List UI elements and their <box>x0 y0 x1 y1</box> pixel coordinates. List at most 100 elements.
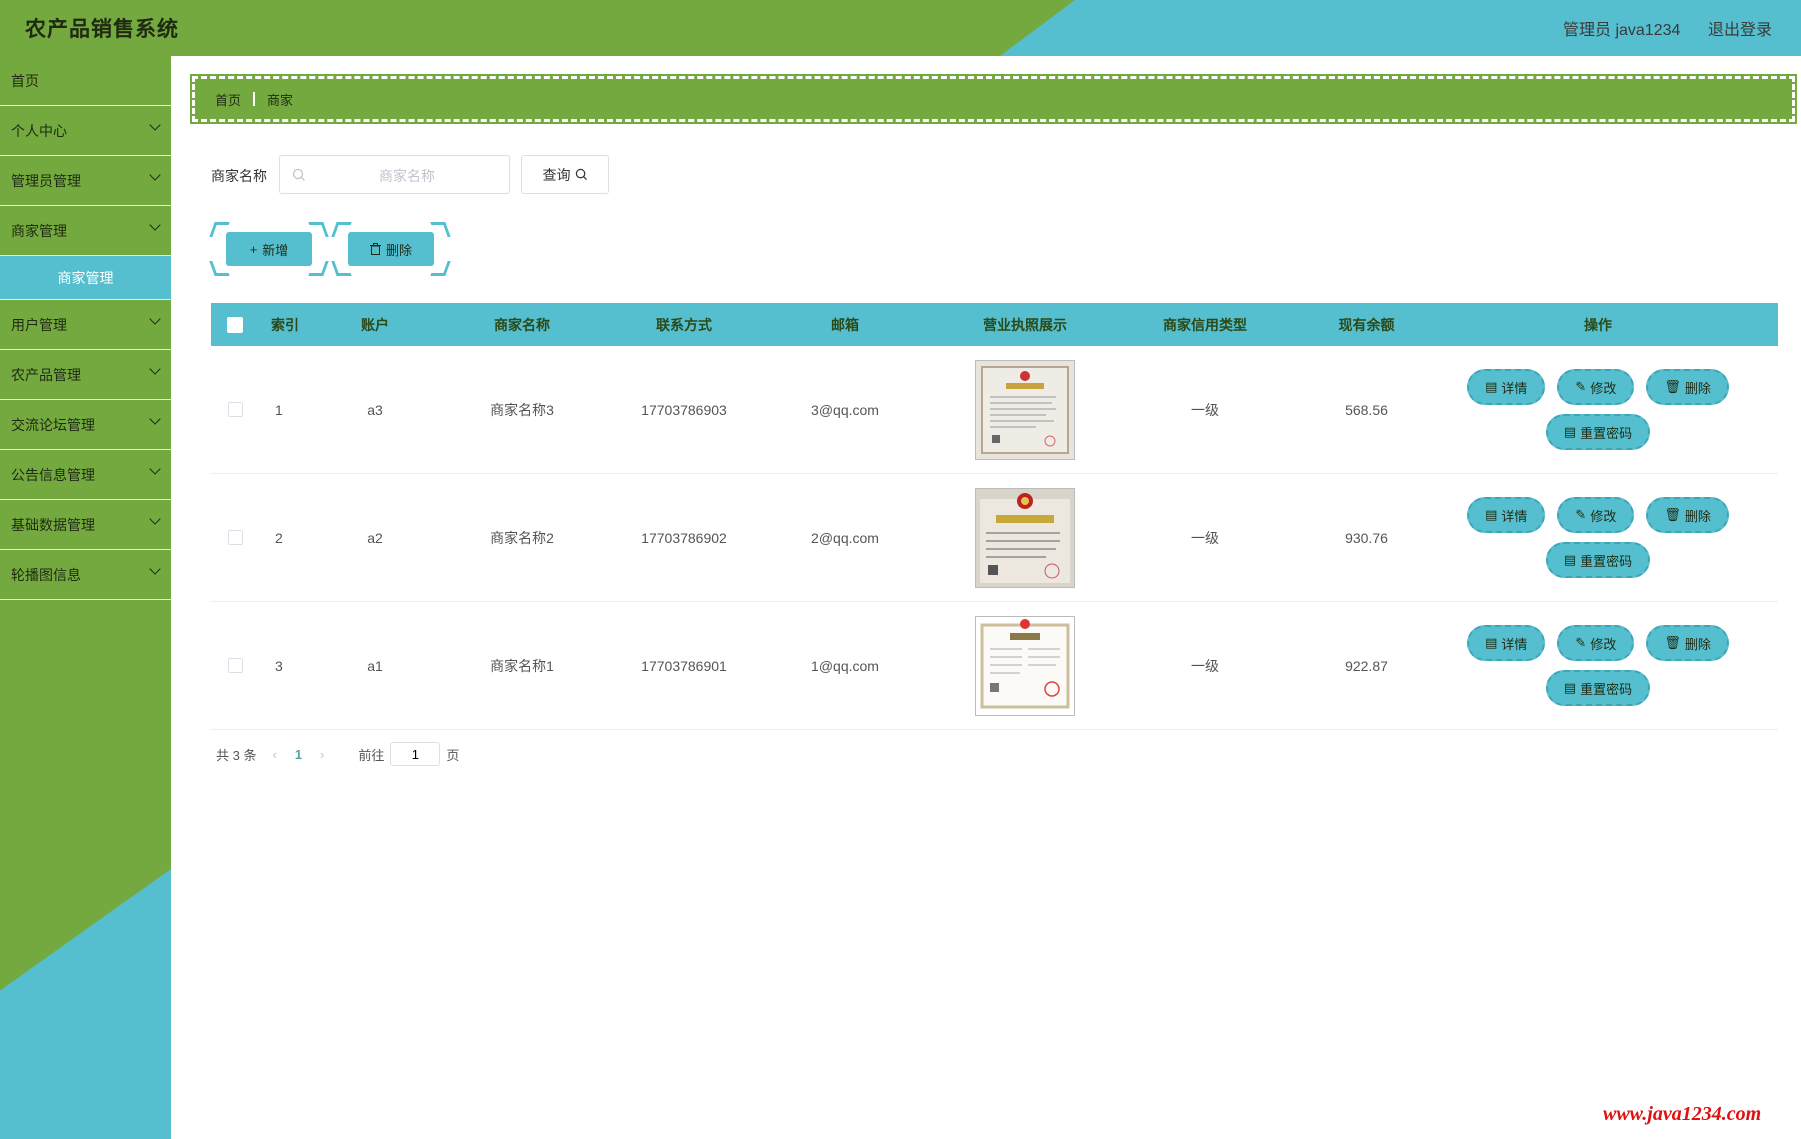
pagination: 共 3 条 ‹ 1 › 前往 页 <box>216 742 459 766</box>
batch-delete-button[interactable]: 删除 <box>331 222 451 276</box>
cell-email: 3@qq.com <box>811 401 879 418</box>
logout-button[interactable]: 退出登录 <box>1708 16 1772 40</box>
sidebar-item-admin-management[interactable]: 管理员管理 <box>0 156 171 206</box>
pagination-goto-label: 前往 <box>358 747 385 763</box>
sidebar-item-merchant-management[interactable]: 商家管理 <box>0 206 171 256</box>
cell-phone: 17703786901 <box>641 657 727 674</box>
query-button-label: 查询 <box>542 166 571 183</box>
edit-icon: ✎ <box>1575 635 1587 650</box>
column-header: 账户 <box>361 316 389 333</box>
sidebar-item-label: 商家管理 <box>57 269 114 286</box>
business-license-image[interactable] <box>975 615 1075 716</box>
cell-merchant-name: 商家名称3 <box>490 401 554 418</box>
table-row: 2 a2 商家名称2 17703786902 2@qq.com 一级 930.7… <box>211 474 1778 602</box>
breadcrumb-separator <box>253 92 256 106</box>
edit-icon: ✎ <box>1575 507 1587 522</box>
search-input[interactable] <box>310 156 504 195</box>
search-icon <box>292 168 306 187</box>
pagination-total: 共 3 条 <box>216 747 257 763</box>
cell-account: a3 <box>367 401 383 418</box>
sidebar-item-label: 农产品管理 <box>11 366 81 383</box>
sidebar-item-personal-center[interactable]: 个人中心 <box>0 106 171 156</box>
column-header: 索引 <box>271 316 299 333</box>
chevron-down-icon <box>149 363 161 375</box>
pagination-page-suffix: 页 <box>446 747 460 763</box>
column-header: 商家名称 <box>494 316 550 333</box>
row-checkbox[interactable] <box>227 530 243 545</box>
search-label: 商家名称 <box>211 168 267 184</box>
row-actions: ▤ 详情 ✎ 修改 🗑 删除 ▤ 重置密码 <box>1463 369 1733 450</box>
merchant-table: 索引 账户 商家名称 联系方式 邮箱 营业执照展示 商家信用类型 现有余额 操作… <box>211 303 1778 730</box>
detail-button[interactable]: ▤ 详情 <box>1467 369 1546 405</box>
sidebar-item-notice-management[interactable]: 公告信息管理 <box>0 450 171 500</box>
document-icon: ▤ <box>1563 680 1577 695</box>
sidebar-item-home[interactable]: 首页 <box>0 56 171 106</box>
column-header: 联系方式 <box>656 316 712 333</box>
page-jump-input[interactable] <box>390 742 441 766</box>
cell-email: 1@qq.com <box>811 657 879 674</box>
breadcrumb: 首页 商家 <box>190 74 1797 124</box>
breadcrumb-home[interactable]: 首页 <box>215 90 241 109</box>
trash-icon <box>369 243 381 255</box>
business-license-image[interactable] <box>975 487 1075 588</box>
chevron-down-icon <box>149 219 161 231</box>
chevron-down-icon <box>149 119 161 131</box>
document-icon: ▤ <box>1485 635 1498 650</box>
cell-account: a2 <box>367 529 383 546</box>
cell-balance: 922.87 <box>1345 657 1388 674</box>
edit-icon: ✎ <box>1575 379 1587 394</box>
delete-button[interactable]: 🗑 删除 <box>1646 497 1729 533</box>
select-all-checkbox[interactable] <box>227 316 243 333</box>
sidebar-item-carousel-info[interactable]: 轮播图信息 <box>0 550 171 600</box>
column-header: 邮箱 <box>831 316 859 333</box>
sidebar-item-label: 公告信息管理 <box>11 466 95 483</box>
sidebar-item-forum-management[interactable]: 交流论坛管理 <box>0 400 171 450</box>
reset-password-button[interactable]: ▤ 重置密码 <box>1545 670 1651 706</box>
sidebar-item-basic-data-management[interactable]: 基础数据管理 <box>0 500 171 550</box>
add-button-label: 新增 <box>262 242 289 258</box>
detail-button[interactable]: ▤ 详情 <box>1467 497 1546 533</box>
add-button[interactable]: + 新增 <box>209 222 329 276</box>
table-row: 3 a1 商家名称1 17703786901 1@qq.com 一级 922.8… <box>211 602 1778 730</box>
sidebar-item-label: 交流论坛管理 <box>11 416 95 433</box>
column-header: 操作 <box>1584 316 1612 333</box>
trash-icon: 🗑 <box>1664 635 1681 650</box>
page-number[interactable]: 1 <box>295 747 302 762</box>
chevron-left-icon[interactable]: ‹ <box>272 747 276 762</box>
column-header: 营业执照展示 <box>983 316 1067 333</box>
plus-icon: + <box>249 241 258 257</box>
reset-password-button[interactable]: ▤ 重置密码 <box>1545 542 1651 578</box>
document-icon: ▤ <box>1563 424 1577 439</box>
chevron-down-icon <box>149 313 161 325</box>
cell-phone: 17703786902 <box>641 529 727 546</box>
sidebar-item-label: 商家管理 <box>11 222 67 239</box>
cell-balance: 568.56 <box>1345 401 1388 418</box>
cell-merchant-name: 商家名称2 <box>490 529 554 546</box>
sidebar-subitem-merchant-management[interactable]: 商家管理 <box>0 256 171 300</box>
row-checkbox[interactable] <box>227 658 243 673</box>
sidebar-item-product-management[interactable]: 农产品管理 <box>0 350 171 400</box>
current-user: 管理员 java1234 <box>1563 22 1681 39</box>
search-field[interactable] <box>279 155 510 195</box>
chevron-right-icon[interactable]: › <box>320 747 324 762</box>
detail-button[interactable]: ▤ 详情 <box>1467 625 1546 661</box>
query-button[interactable]: 查询 <box>521 155 609 194</box>
business-license-image[interactable] <box>975 359 1075 460</box>
chevron-down-icon <box>149 563 161 575</box>
cell-credit-type: 一级 <box>1191 401 1219 418</box>
chevron-down-icon <box>149 463 161 475</box>
sidebar-item-label: 轮播图信息 <box>11 566 81 583</box>
delete-button[interactable]: 🗑 删除 <box>1646 369 1729 405</box>
edit-button[interactable]: ✎ 修改 <box>1557 625 1635 661</box>
edit-button[interactable]: ✎ 修改 <box>1557 497 1635 533</box>
edit-button[interactable]: ✎ 修改 <box>1557 369 1635 405</box>
reset-password-button[interactable]: ▤ 重置密码 <box>1545 414 1651 450</box>
delete-button[interactable]: 🗑 删除 <box>1646 625 1729 661</box>
sidebar-item-label: 管理员管理 <box>11 172 81 189</box>
sidebar-item-label: 首页 <box>11 72 39 89</box>
table-row: 1 a3 商家名称3 17703786903 3@qq.com 一级 568.5… <box>211 346 1778 474</box>
cell-account: a1 <box>367 657 383 674</box>
row-checkbox[interactable] <box>227 402 243 417</box>
sidebar-item-user-management[interactable]: 用户管理 <box>0 300 171 350</box>
breadcrumb-current: 商家 <box>267 92 294 108</box>
